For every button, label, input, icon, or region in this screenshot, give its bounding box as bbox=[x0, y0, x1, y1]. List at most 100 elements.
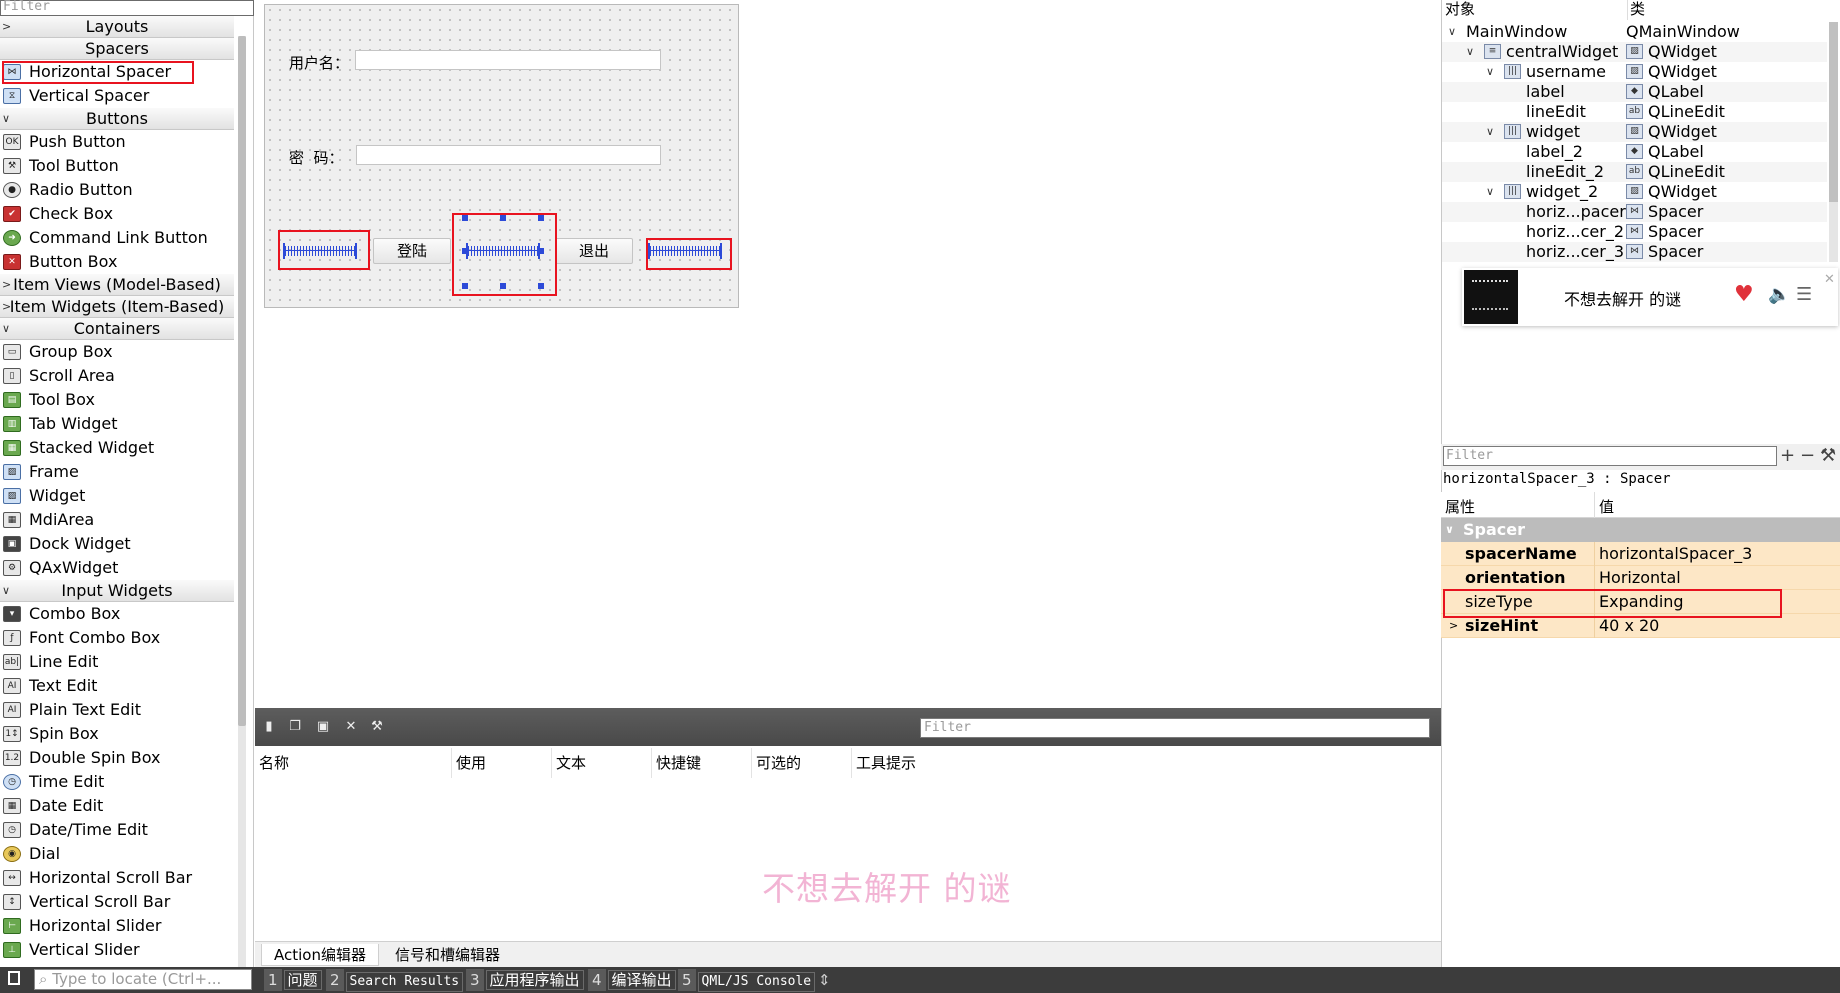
widget-item-dock-widget[interactable]: ▣ Dock Widget bbox=[0, 532, 234, 556]
widget-item-font-combo-box[interactable]: ƒ Font Combo Box bbox=[0, 626, 234, 650]
remove-property-button[interactable]: − bbox=[1800, 446, 1815, 466]
object-inspector-scrollbar[interactable] bbox=[1829, 22, 1838, 262]
widget-item-command-link-button[interactable]: ➜ Command Link Button bbox=[0, 226, 234, 250]
tree-row-label[interactable]: label ◆ QLabel bbox=[1442, 82, 1827, 102]
paste-icon[interactable]: ▣ bbox=[315, 718, 331, 736]
new-action-icon[interactable]: ▮ bbox=[261, 718, 277, 736]
output-tab-application-output[interactable]: 3 应用程序输出 bbox=[466, 969, 584, 991]
close-icon[interactable]: ✕ bbox=[1824, 272, 1835, 287]
output-tab-qml-console[interactable]: 5 QML/JS Console bbox=[678, 969, 816, 992]
exit-button[interactable]: 退出 bbox=[555, 238, 633, 264]
tree-row-lineedit-2[interactable]: lineEdit_2 ab QLineEdit bbox=[1442, 162, 1827, 182]
tab-action-editor[interactable]: Action编辑器 bbox=[261, 944, 379, 966]
widget-item-double-spin-box[interactable]: 1.2 Double Spin Box bbox=[0, 746, 234, 770]
category-item-widgets[interactable]: > Item Widgets (Item-Based) bbox=[0, 296, 234, 318]
widget-item-push-button[interactable]: OK Push Button bbox=[0, 130, 234, 154]
category-containers[interactable]: ∨ Containers bbox=[0, 318, 234, 340]
widget-item-combo-box[interactable]: ▾ Combo Box bbox=[0, 602, 234, 626]
music-player-popup[interactable]: 不想去解开 的谜 ♥ 🔈 ☰ ✕ bbox=[1462, 268, 1838, 326]
category-buttons[interactable]: ∨ Buttons bbox=[0, 108, 234, 130]
playlist-icon[interactable]: ☰ bbox=[1796, 284, 1812, 305]
heart-icon[interactable]: ♥ bbox=[1734, 282, 1754, 307]
widget-item-dial[interactable]: ◉ Dial bbox=[0, 842, 234, 866]
widget-item-mdi-area[interactable]: ▦ MdiArea bbox=[0, 508, 234, 532]
add-property-button[interactable]: + bbox=[1780, 446, 1795, 466]
widget-item-frame[interactable]: ▨ Frame bbox=[0, 460, 234, 484]
property-filter-input[interactable]: Filter bbox=[1443, 446, 1777, 466]
action-filter-input[interactable]: Filter bbox=[920, 718, 1430, 738]
sidebar-toggle-icon[interactable] bbox=[8, 971, 20, 985]
widget-item-scroll-area[interactable]: ▯ Scroll Area bbox=[0, 364, 234, 388]
widget-item-text-edit[interactable]: AI Text Edit bbox=[0, 674, 234, 698]
property-value[interactable]: horizontalSpacer_3 bbox=[1594, 542, 1840, 566]
widget-item-tab-widget[interactable]: ▥ Tab Widget bbox=[0, 412, 234, 436]
widget-box-scrollbar[interactable] bbox=[238, 36, 246, 967]
chevron-down-icon[interactable]: ∨ bbox=[1486, 122, 1494, 142]
login-button[interactable]: 登陆 bbox=[373, 238, 451, 264]
property-group-spacer[interactable]: ∨ Spacer bbox=[1441, 518, 1840, 542]
property-row-orientation[interactable]: orientation Horizontal bbox=[1441, 566, 1840, 590]
tree-row-widget[interactable]: ∨ ||| widget ▨ QWidget bbox=[1442, 122, 1827, 142]
output-tab-issues[interactable]: 1 问题 bbox=[264, 969, 322, 991]
locator-input[interactable]: ⌕ Type to locate (Ctrl+... bbox=[34, 969, 252, 990]
tree-row-horizontal-spacer-3[interactable]: horiz...cer_3 ⋈ Spacer bbox=[1442, 242, 1827, 262]
widget-item-check-box[interactable]: ✔ Check Box bbox=[0, 202, 234, 226]
tree-row-lineedit[interactable]: lineEdit ab QLineEdit bbox=[1442, 102, 1827, 122]
widget-item-date-edit[interactable]: ▦ Date Edit bbox=[0, 794, 234, 818]
widget-item-group-box[interactable]: ▭ Group Box bbox=[0, 340, 234, 364]
widget-item-vertical-slider[interactable]: ⊥ Vertical Slider bbox=[0, 938, 234, 962]
tree-row-horizontal-spacer[interactable]: horiz...pacer ⋈ Spacer bbox=[1442, 202, 1827, 222]
album-cover[interactable] bbox=[1464, 270, 1518, 324]
widget-item-plain-text-edit[interactable]: AI Plain Text Edit bbox=[0, 698, 234, 722]
tree-row-username[interactable]: ∨ ||| username ▨ QWidget bbox=[1442, 62, 1827, 82]
category-layouts[interactable]: > Layouts bbox=[0, 16, 234, 38]
widget-item-horizontal-slider[interactable]: ⊢ Horizontal Slider bbox=[0, 914, 234, 938]
widget-item-tool-box[interactable]: ▤ Tool Box bbox=[0, 388, 234, 412]
category-input-widgets[interactable]: ∨ Input Widgets bbox=[0, 580, 234, 602]
output-tab-compile-output[interactable]: 4 编译输出 bbox=[588, 969, 676, 991]
chevron-down-icon[interactable]: ∨ bbox=[1466, 42, 1474, 62]
output-tab-search-results[interactable]: 2 Search Results bbox=[326, 969, 464, 992]
widget-item-vertical-spacer[interactable]: ⧖ Vertical Spacer bbox=[0, 84, 234, 108]
widget-item-tool-button[interactable]: ⚒ Tool Button bbox=[0, 154, 234, 178]
widget-item-horizontal-scroll-bar[interactable]: ↔ Horizontal Scroll Bar bbox=[0, 866, 234, 890]
widget-item-button-box[interactable]: ✕ Button Box bbox=[0, 250, 234, 274]
copy-icon[interactable]: ❐ bbox=[287, 718, 303, 736]
tree-row-horizontal-spacer-2[interactable]: horiz...cer_2 ⋈ Spacer bbox=[1442, 222, 1827, 242]
column-header-tooltip[interactable]: 工具提示 bbox=[851, 748, 1051, 778]
property-value[interactable]: Horizontal bbox=[1594, 566, 1840, 590]
password-line-edit[interactable] bbox=[356, 145, 661, 165]
chevron-down-icon[interactable]: ∨ bbox=[1445, 518, 1454, 542]
output-tabs-more-button[interactable]: ⇕ bbox=[818, 969, 831, 991]
header-property[interactable]: 属性 bbox=[1445, 496, 1475, 517]
column-header-shortcut[interactable]: 快捷键 bbox=[651, 748, 751, 778]
speaker-icon[interactable]: 🔈 bbox=[1768, 284, 1790, 305]
widget-item-vertical-scroll-bar[interactable]: ↕ Vertical Scroll Bar bbox=[0, 890, 234, 914]
widget-item-line-edit[interactable]: ab| Line Edit bbox=[0, 650, 234, 674]
widget-box-filter-input[interactable]: Filter bbox=[0, 0, 254, 16]
column-header-checkable[interactable]: 可选的 bbox=[751, 748, 851, 778]
widget-item-qax-widget[interactable]: ⚙ QAxWidget bbox=[0, 556, 234, 580]
column-header-used[interactable]: 使用 bbox=[451, 748, 551, 778]
category-spacers[interactable]: Spacers bbox=[0, 38, 234, 60]
header-class[interactable]: 类 bbox=[1627, 0, 1645, 20]
tree-row-label-2[interactable]: label_2 ◆ QLabel bbox=[1442, 142, 1827, 162]
header-value[interactable]: 值 bbox=[1594, 492, 1614, 518]
widget-item-spin-box[interactable]: 1↕ Spin Box bbox=[0, 722, 234, 746]
configure-icon[interactable]: ⚒ bbox=[1820, 446, 1836, 466]
username-line-edit[interactable] bbox=[355, 50, 661, 70]
chevron-down-icon[interactable]: ∨ bbox=[1486, 62, 1494, 82]
widget-item-datetime-edit[interactable]: ◷ Date/Time Edit bbox=[0, 818, 234, 842]
column-header-name[interactable]: 名称 bbox=[255, 748, 451, 778]
widget-item-widget[interactable]: ▨ Widget bbox=[0, 484, 234, 508]
chevron-down-icon[interactable]: ∨ bbox=[1448, 22, 1456, 42]
action-table-body[interactable] bbox=[255, 778, 1441, 940]
tree-row-mainwindow[interactable]: ∨ MainWindow QMainWindow bbox=[1442, 22, 1827, 42]
header-object[interactable]: 对象 bbox=[1445, 0, 1475, 20]
property-row-spacername[interactable]: spacerName horizontalSpacer_3 bbox=[1441, 542, 1840, 566]
delete-icon[interactable]: ✕ bbox=[343, 718, 359, 736]
widget-item-stacked-widget[interactable]: ▦ Stacked Widget bbox=[0, 436, 234, 460]
widget-item-radio-button[interactable]: ● Radio Button bbox=[0, 178, 234, 202]
scrollbar-thumb[interactable] bbox=[238, 36, 246, 726]
widget-item-time-edit[interactable]: ◷ Time Edit bbox=[0, 770, 234, 794]
